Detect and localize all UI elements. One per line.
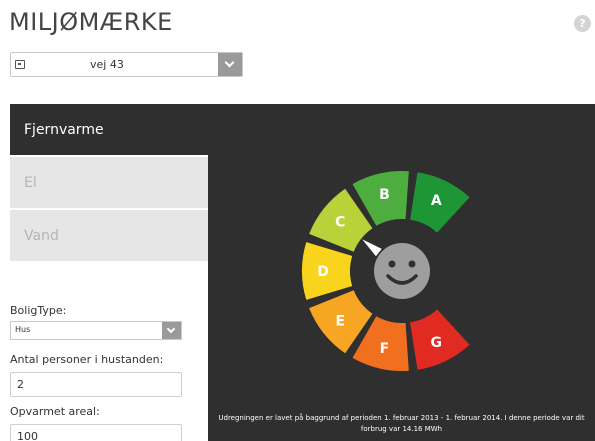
chevron-down-icon xyxy=(224,57,235,68)
chevron-down-icon xyxy=(166,324,176,334)
tab-el[interactable]: El xyxy=(10,157,208,210)
housing-type-label: BoligType: xyxy=(10,304,67,317)
smiley-icon xyxy=(374,243,430,299)
housing-type-dropdown-button[interactable] xyxy=(162,322,181,339)
area-label: Opvarmet areal: xyxy=(10,405,100,418)
address-dropdown-button[interactable] xyxy=(218,53,242,76)
tab-vand[interactable]: Vand xyxy=(10,210,208,263)
area-input[interactable] xyxy=(10,424,182,441)
utility-tabs: Fjernvarme El Vand xyxy=(10,104,208,263)
rating-label-a: A xyxy=(431,193,442,209)
rating-label-d: D xyxy=(317,264,329,280)
help-icon[interactable]: ? xyxy=(574,15,591,32)
rating-label-c: C xyxy=(335,215,345,231)
address-select[interactable]: vej 43 xyxy=(10,52,243,77)
energy-rating-panel: G F E D C B A Udregningen er lavet på baggrund… xyxy=(208,104,595,441)
persons-label: Antal personer i hustanden: xyxy=(10,353,164,366)
housing-type-select[interactable]: Hus xyxy=(10,321,182,340)
housing-type-value: Hus xyxy=(15,325,31,334)
rating-label-g: G xyxy=(431,335,443,351)
tab-fjernvarme[interactable]: Fjernvarme xyxy=(10,104,208,157)
rating-label-e: E xyxy=(335,313,345,329)
rating-needle xyxy=(362,239,382,257)
energy-rating-gauge: G F E D C B A xyxy=(302,171,470,371)
home-icon xyxy=(15,60,25,69)
persons-input[interactable] xyxy=(10,372,182,397)
page-title: MILJØMÆRKE xyxy=(9,8,173,36)
address-value: vej 43 xyxy=(90,58,124,71)
rating-label-b: B xyxy=(379,187,390,203)
calculation-summary: Udregningen er lavet på baggrund af peri… xyxy=(218,414,585,433)
rating-label-f: F xyxy=(380,341,390,357)
